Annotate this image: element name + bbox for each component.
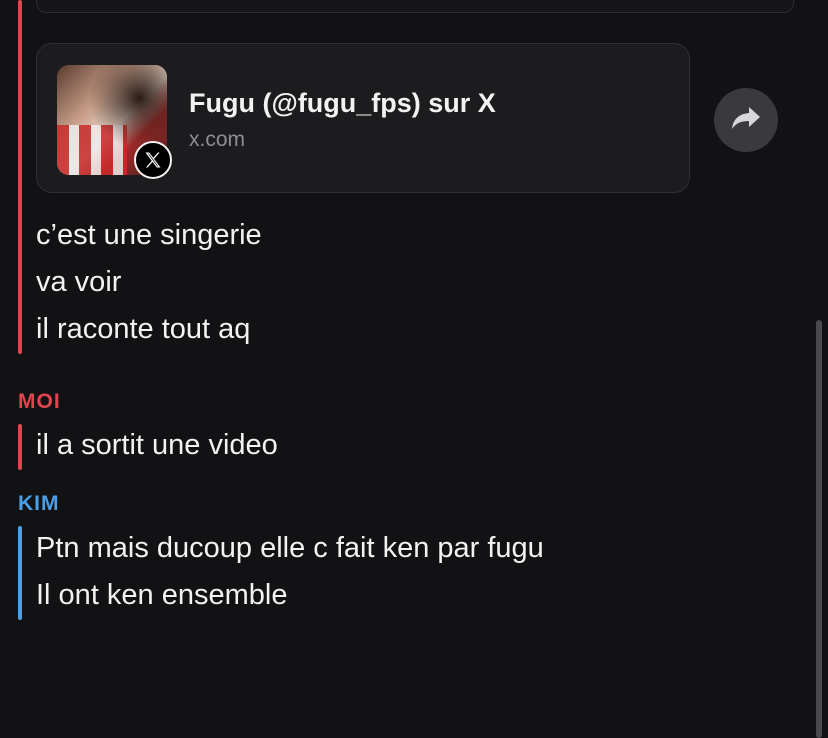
x-logo-icon xyxy=(134,141,172,179)
message-text: va voir xyxy=(36,266,122,298)
message-text: c’est une singerie xyxy=(36,219,262,251)
me-thread-bar xyxy=(18,0,22,354)
message-text: Ptn mais ducoup elle c fait ken par fugu xyxy=(36,532,544,564)
previous-card[interactable] xyxy=(36,0,794,13)
link-domain: x.com xyxy=(189,128,246,151)
message-text: il raconte tout aq xyxy=(36,313,251,345)
link-preview-card[interactable]: Fugu (@fugu_fps) sur X x.com xyxy=(36,43,690,193)
me-thread-bar xyxy=(18,424,22,470)
sender-label-kim: KIM xyxy=(18,492,60,515)
share-button[interactable] xyxy=(714,88,778,152)
message-text: Il ont ken ensemble xyxy=(36,579,288,611)
message-text: il a sortit une video xyxy=(36,429,278,461)
kim-thread-bar xyxy=(18,526,22,620)
scrollbar[interactable] xyxy=(816,320,822,738)
sender-label-me: MOI xyxy=(18,390,61,413)
link-title: Fugu (@fugu_fps) sur X xyxy=(189,88,496,118)
share-arrow-icon xyxy=(730,104,762,137)
chat-screen: Fugu (@fugu_fps) sur X x.com c’est une s… xyxy=(0,0,828,738)
